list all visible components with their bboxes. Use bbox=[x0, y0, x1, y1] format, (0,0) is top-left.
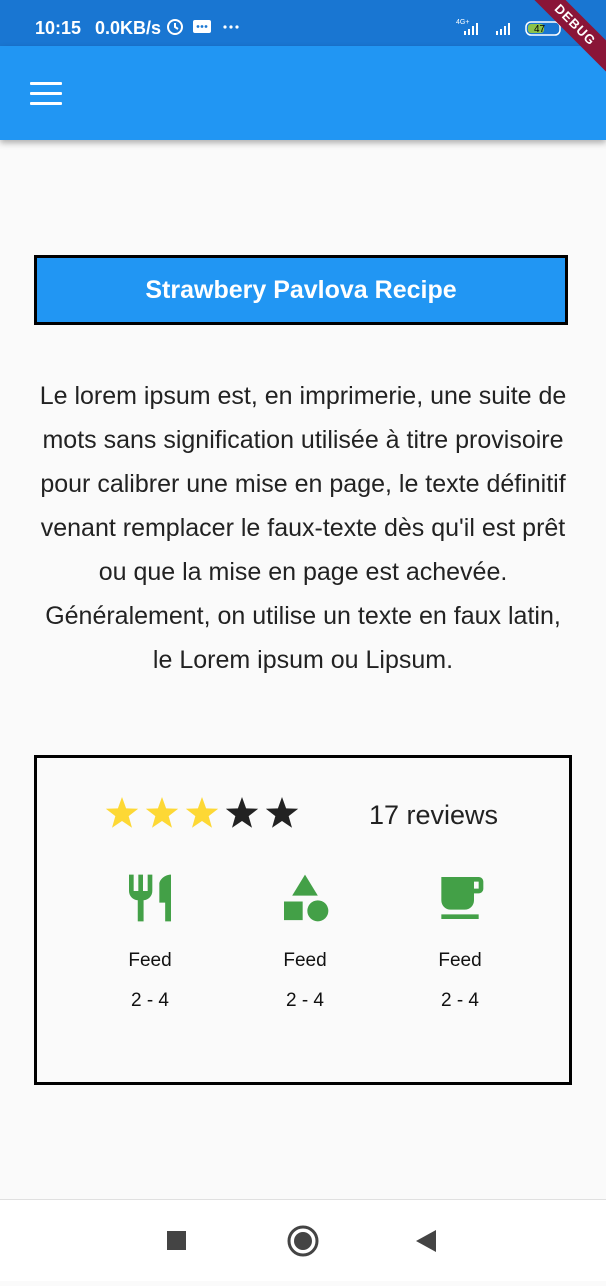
stat-label: Feed bbox=[128, 950, 172, 971]
status-notification-icons bbox=[165, 17, 245, 40]
status-time: 10:15 bbox=[35, 18, 82, 38]
category-shapes-icon bbox=[284, 874, 329, 922]
star-empty-icon bbox=[265, 797, 299, 828]
alarm-icon bbox=[167, 19, 183, 35]
battery-icon: 47 bbox=[525, 21, 561, 36]
recipe-title: Strawbery Pavlova Recipe bbox=[145, 275, 457, 304]
app-bar bbox=[0, 46, 606, 140]
network-type: 4G+ bbox=[456, 19, 469, 26]
message-icon bbox=[193, 20, 211, 33]
stat-serves: Feed 2 - 4 bbox=[400, 870, 520, 1012]
stat-cook: Feed 2 - 4 bbox=[245, 870, 365, 1012]
star-rating bbox=[104, 794, 304, 839]
circle-icon bbox=[287, 1225, 319, 1257]
battery-level: 47 bbox=[534, 24, 546, 35]
triangle-back-icon bbox=[416, 1230, 436, 1252]
status-bar: 10:15 0.0KB/s 4G+ 47 bbox=[0, 0, 606, 46]
status-speed: 0.0KB/s bbox=[95, 18, 162, 38]
stat-label: Feed bbox=[283, 950, 327, 971]
review-count: 17 reviews bbox=[369, 800, 499, 830]
star-empty-icon bbox=[225, 797, 259, 828]
square-icon bbox=[167, 1231, 186, 1250]
stat-value: 2 - 4 bbox=[440, 990, 480, 1011]
restaurant-icon bbox=[129, 874, 171, 922]
recents-button[interactable] bbox=[147, 1200, 207, 1281]
stat-value: 2 - 4 bbox=[285, 990, 325, 1011]
signal-icon-2 bbox=[496, 23, 510, 35]
more-icon bbox=[223, 25, 239, 29]
free-breakfast-icon bbox=[441, 877, 484, 919]
recipe-description: Le lorem ipsum est, en imprimerie, une s… bbox=[39, 382, 567, 674]
star-filled-icon bbox=[185, 797, 219, 828]
status-system-icons: 4G+ 47 bbox=[456, 18, 566, 43]
home-button[interactable] bbox=[273, 1200, 333, 1281]
recipe-title-banner: Strawbery Pavlova Recipe bbox=[34, 255, 568, 325]
back-button[interactable] bbox=[396, 1200, 456, 1281]
stat-prep: Feed 2 - 4 bbox=[90, 870, 210, 1012]
star-filled-icon bbox=[145, 797, 179, 828]
recipe-info-card: 17 reviews Feed 2 - 4 Feed 2 - 4 Feed 2 … bbox=[34, 755, 572, 1085]
stat-value: 2 - 4 bbox=[130, 990, 170, 1011]
system-nav-bar bbox=[0, 1199, 606, 1281]
star-filled-icon bbox=[105, 797, 139, 828]
menu-icon[interactable] bbox=[30, 82, 64, 106]
stat-label: Feed bbox=[438, 950, 482, 971]
